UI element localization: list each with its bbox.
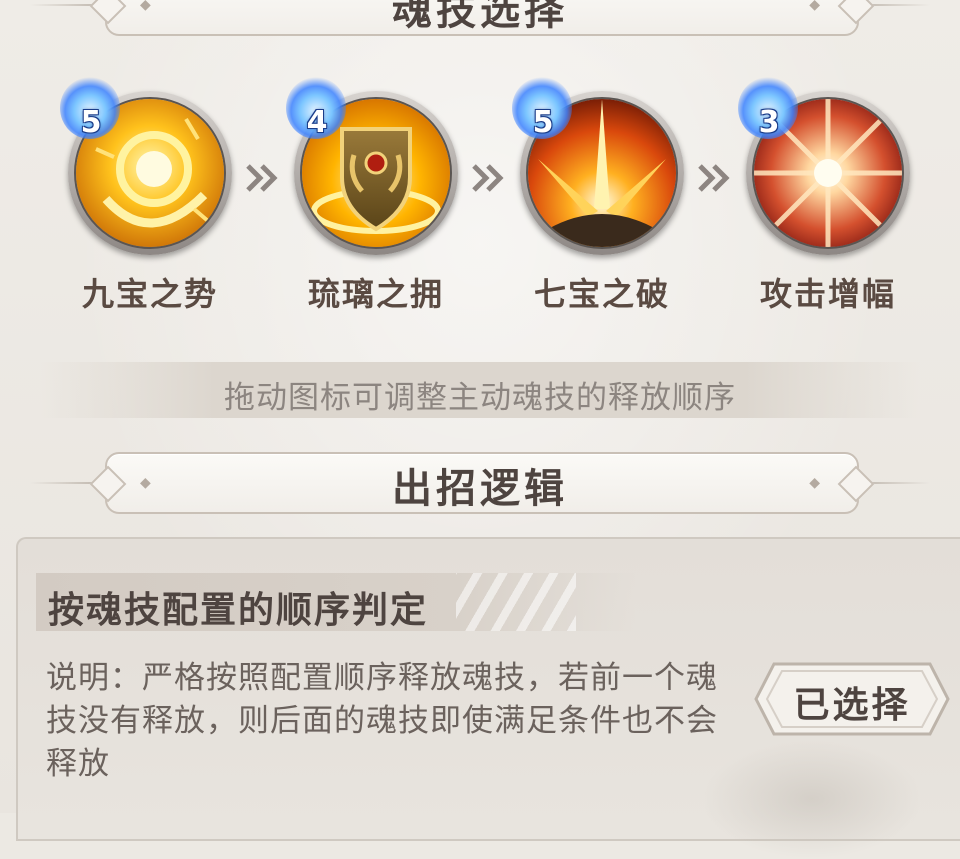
double-chevron-right-icon xyxy=(470,163,508,193)
skill-name: 琉璃之拥 xyxy=(307,275,444,313)
selected-button-label: 已选择 xyxy=(793,684,911,726)
skill-slot-4[interactable]: 3 攻击增幅 xyxy=(738,77,918,325)
skill-name: 七宝之破 xyxy=(533,275,670,313)
section-title: 出招逻辑 xyxy=(392,465,568,512)
option-title-bar: 按魂技配置的顺序判定 xyxy=(36,573,636,631)
skill-level: 3 xyxy=(758,105,780,140)
skill-level: 4 xyxy=(306,105,328,140)
skill-slot-2[interactable]: 4 琉璃之拥 xyxy=(286,77,466,325)
option-description: 说明：严格按照配置顺序释放魂技，若前一个魂技没有释放，则后面的魂技即使满足条件也… xyxy=(46,660,718,782)
skill-level: 5 xyxy=(80,105,102,140)
logic-option-card[interactable]: 按魂技配置的顺序判定 说明：严格按照配置顺序释放魂技，若前一个魂技没有释放，则后… xyxy=(16,537,960,859)
skill-slot-3[interactable]: 5 七宝之破 xyxy=(512,77,692,325)
selected-button[interactable]: 已选择 xyxy=(752,660,952,738)
skill-level: 5 xyxy=(532,105,554,140)
drag-hint-text: 拖动图标可调整主动魂技的释放顺序 xyxy=(224,380,736,416)
double-chevron-right-icon xyxy=(696,163,734,193)
section-title: 魂技选择 xyxy=(392,0,568,34)
skill-order-list: 5 九宝之势 4 琉璃之拥 5 七宝之破 3 攻击增幅 xyxy=(0,77,960,325)
stripe-decoration xyxy=(456,573,576,631)
double-chevron-right-icon xyxy=(244,163,282,193)
section-header-skill-select: ◆ ◆ 魂技选择 xyxy=(0,0,960,40)
section-header-logic: ◆ ◆ 出招逻辑 xyxy=(0,448,960,518)
option-title: 按魂技配置的顺序判定 xyxy=(48,589,429,631)
skill-slot-1[interactable]: 5 九宝之势 xyxy=(60,77,240,325)
skill-name: 九宝之势 xyxy=(81,275,218,313)
skill-name: 攻击增幅 xyxy=(759,275,896,313)
drag-hint-bar: 拖动图标可调整主动魂技的释放顺序 xyxy=(40,362,920,418)
